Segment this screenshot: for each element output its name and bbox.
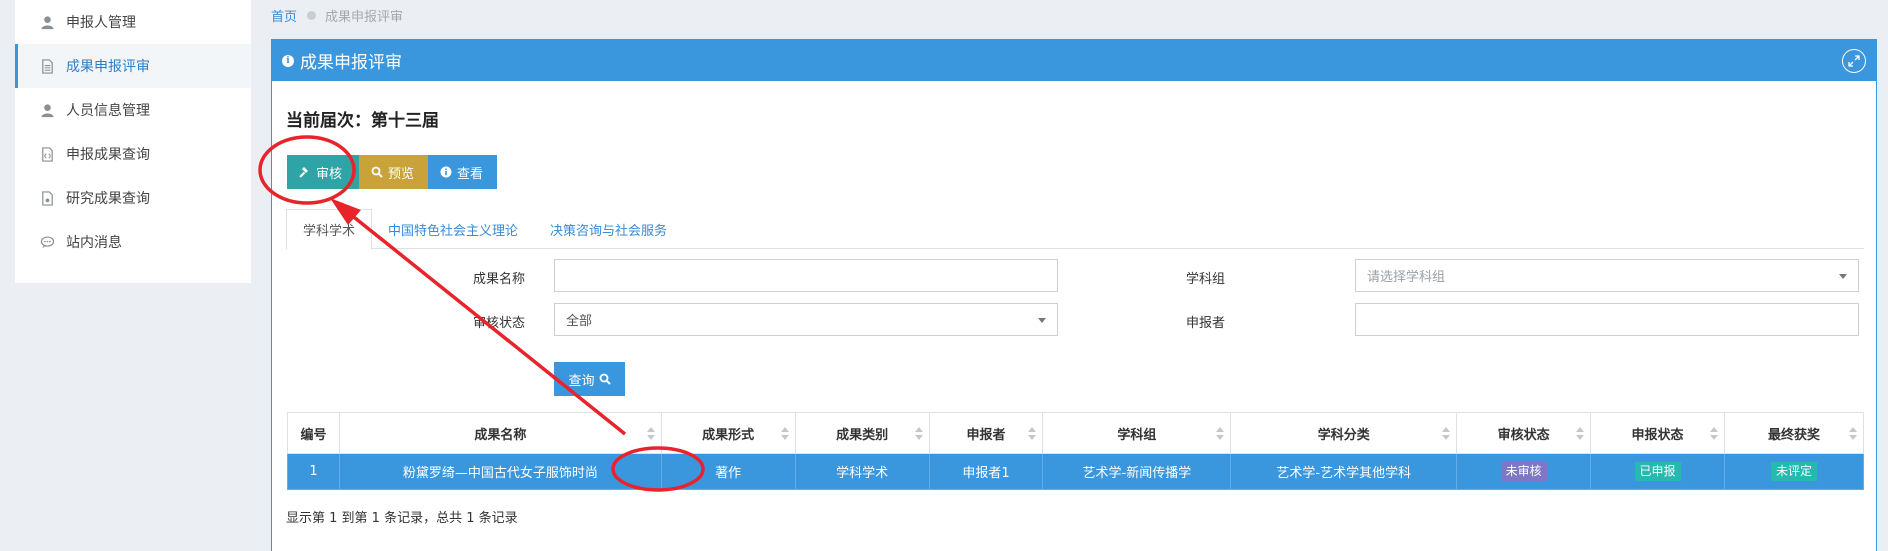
expand-button[interactable] xyxy=(1842,49,1866,73)
tab-socialism-theory[interactable]: 中国特色社会主义理论 xyxy=(372,209,534,249)
sort-icon xyxy=(1028,427,1037,440)
column-header[interactable]: 编号 xyxy=(287,412,340,454)
status-label: 审核状态 xyxy=(472,316,525,331)
sidebar-item-messages[interactable]: 站内消息 xyxy=(15,220,251,264)
status-select[interactable]: 全部 xyxy=(554,303,1058,336)
expand-icon xyxy=(1848,55,1860,67)
search-icon xyxy=(599,373,611,385)
chat-icon xyxy=(38,235,56,250)
breadcrumb-home-link[interactable]: 首页 xyxy=(271,6,297,25)
sidebar-item-label: 成果申报评审 xyxy=(66,59,150,75)
info-circle-icon xyxy=(440,166,452,178)
gavel-icon xyxy=(299,167,308,178)
view-button[interactable]: 查看 xyxy=(428,155,497,189)
breadcrumb: 首页 成果申报评审 xyxy=(271,6,403,25)
column-header[interactable]: 审核状态 xyxy=(1456,412,1592,454)
main-panel: i 成果申报评审 当前届次：第十三届 审核 预览 查看 学科学术 中国特色社会主… xyxy=(271,39,1877,551)
sidebar-item-label: 人员信息管理 xyxy=(66,103,150,119)
cell-final-award: 未评定 xyxy=(1724,453,1864,490)
column-header[interactable]: 成果类别 xyxy=(794,412,930,454)
session-label: 当前届次：第十三届 xyxy=(286,111,439,131)
sort-icon xyxy=(1710,427,1718,440)
search-icon xyxy=(371,166,383,178)
cell-form: 著作 xyxy=(660,453,796,490)
audit-button-label: 审核 xyxy=(316,166,343,182)
file-icon xyxy=(38,190,56,206)
column-header[interactable]: 申报者 xyxy=(928,412,1044,454)
category-tabs: 学科学术 中国特色社会主义理论 决策咨询与社会服务 xyxy=(286,209,1864,250)
sort-icon xyxy=(1442,427,1451,440)
cell-category: 学科学术 xyxy=(794,453,930,490)
cell-classification: 艺术学-艺术学其他学科 xyxy=(1230,453,1458,490)
sidebar: 申报人管理 成果申报评审 人员信息管理 申报成果查询 研究成果查询 站内消息 xyxy=(15,0,251,283)
toolbar: 审核 预览 查看 xyxy=(287,155,497,189)
sidebar-item-label: 研究成果查询 xyxy=(66,191,150,207)
group-select[interactable]: 请选择学科组 xyxy=(1355,259,1859,292)
sidebar-item-label: 站内消息 xyxy=(66,235,122,251)
cell-application-status: 已申报 xyxy=(1590,453,1725,490)
chevron-down-icon xyxy=(1839,274,1847,279)
sort-icon xyxy=(646,427,655,440)
sort-icon xyxy=(1216,427,1225,440)
user-icon xyxy=(38,103,56,118)
sidebar-item-label: 申报成果查询 xyxy=(66,147,150,163)
query-button[interactable]: 查询 xyxy=(554,362,625,396)
chevron-down-icon xyxy=(1038,318,1046,323)
info-icon: i xyxy=(282,54,294,67)
tab-decision-consulting[interactable]: 决策咨询与社会服务 xyxy=(534,209,683,249)
preview-button[interactable]: 预览 xyxy=(359,155,428,189)
audit-button[interactable]: 审核 xyxy=(287,155,359,189)
table-header-row: 编号 成果名称 成果形式 成果类别 申报者 学科组 学科分类 审核状态 申报状态… xyxy=(287,412,1864,454)
name-label: 成果名称 xyxy=(472,272,525,287)
status-badge: 未审核 xyxy=(1500,462,1547,481)
panel-title: 成果申报评审 xyxy=(300,53,402,73)
sidebar-item-achievement-review[interactable]: 成果申报评审 xyxy=(15,44,251,88)
code-file-icon xyxy=(38,146,56,162)
cell-group: 艺术学-新闻传播学 xyxy=(1042,453,1232,490)
preview-button-label: 预览 xyxy=(388,166,415,182)
sort-icon xyxy=(1849,427,1857,440)
results-table: 编号 成果名称 成果形式 成果类别 申报者 学科组 学科分类 审核状态 申报状态… xyxy=(287,412,1864,490)
panel-header: i 成果申报评审 xyxy=(272,40,1876,81)
applicant-label: 申报者 xyxy=(1185,316,1225,331)
column-header[interactable]: 学科分类 xyxy=(1230,412,1458,454)
view-button-label: 查看 xyxy=(457,166,484,182)
group-label: 学科组 xyxy=(1185,272,1225,287)
document-icon xyxy=(38,58,56,74)
status-select-value: 全部 xyxy=(566,314,593,329)
sidebar-item-personnel-management[interactable]: 人员信息管理 xyxy=(15,88,251,132)
sort-icon xyxy=(914,427,923,440)
cell-review-status: 未审核 xyxy=(1456,453,1592,490)
sidebar-item-application-query[interactable]: 申报成果查询 xyxy=(15,132,251,176)
column-header[interactable]: 成果名称 xyxy=(338,412,662,454)
column-header[interactable]: 最终获奖 xyxy=(1724,412,1864,454)
tab-academic[interactable]: 学科学术 xyxy=(286,209,373,250)
pagination-info: 显示第 1 到第 1 条记录，总共 1 条记录 xyxy=(286,511,518,526)
cell-applicant: 申报者1 xyxy=(928,453,1044,490)
cell-name: 粉黛罗绮—中国古代女子服饰时尚 xyxy=(338,453,662,490)
sidebar-item-label: 申报人管理 xyxy=(66,15,136,31)
sidebar-item-research-query[interactable]: 研究成果查询 xyxy=(15,176,251,220)
column-header[interactable]: 学科组 xyxy=(1042,412,1232,454)
query-button-label: 查询 xyxy=(568,373,595,389)
group-select-placeholder: 请选择学科组 xyxy=(1367,270,1446,285)
name-input[interactable] xyxy=(554,259,1058,292)
sidebar-item-applicant-management[interactable]: 申报人管理 xyxy=(15,0,251,44)
sort-icon xyxy=(1576,427,1585,440)
breadcrumb-current: 成果申报评审 xyxy=(325,10,404,25)
sort-icon xyxy=(780,427,789,440)
applicant-input[interactable] xyxy=(1355,303,1859,336)
breadcrumb-separator-icon xyxy=(307,11,317,20)
table-row[interactable]: 1 粉黛罗绮—中国古代女子服饰时尚 著作 学科学术 申报者1 艺术学-新闻传播学… xyxy=(287,453,1864,490)
column-header[interactable]: 成果形式 xyxy=(660,412,796,454)
user-icon xyxy=(38,15,56,30)
column-header[interactable]: 申报状态 xyxy=(1590,412,1725,454)
status-badge: 未评定 xyxy=(1770,462,1817,481)
cell-id: 1 xyxy=(287,453,340,490)
status-badge: 已申报 xyxy=(1634,462,1681,481)
